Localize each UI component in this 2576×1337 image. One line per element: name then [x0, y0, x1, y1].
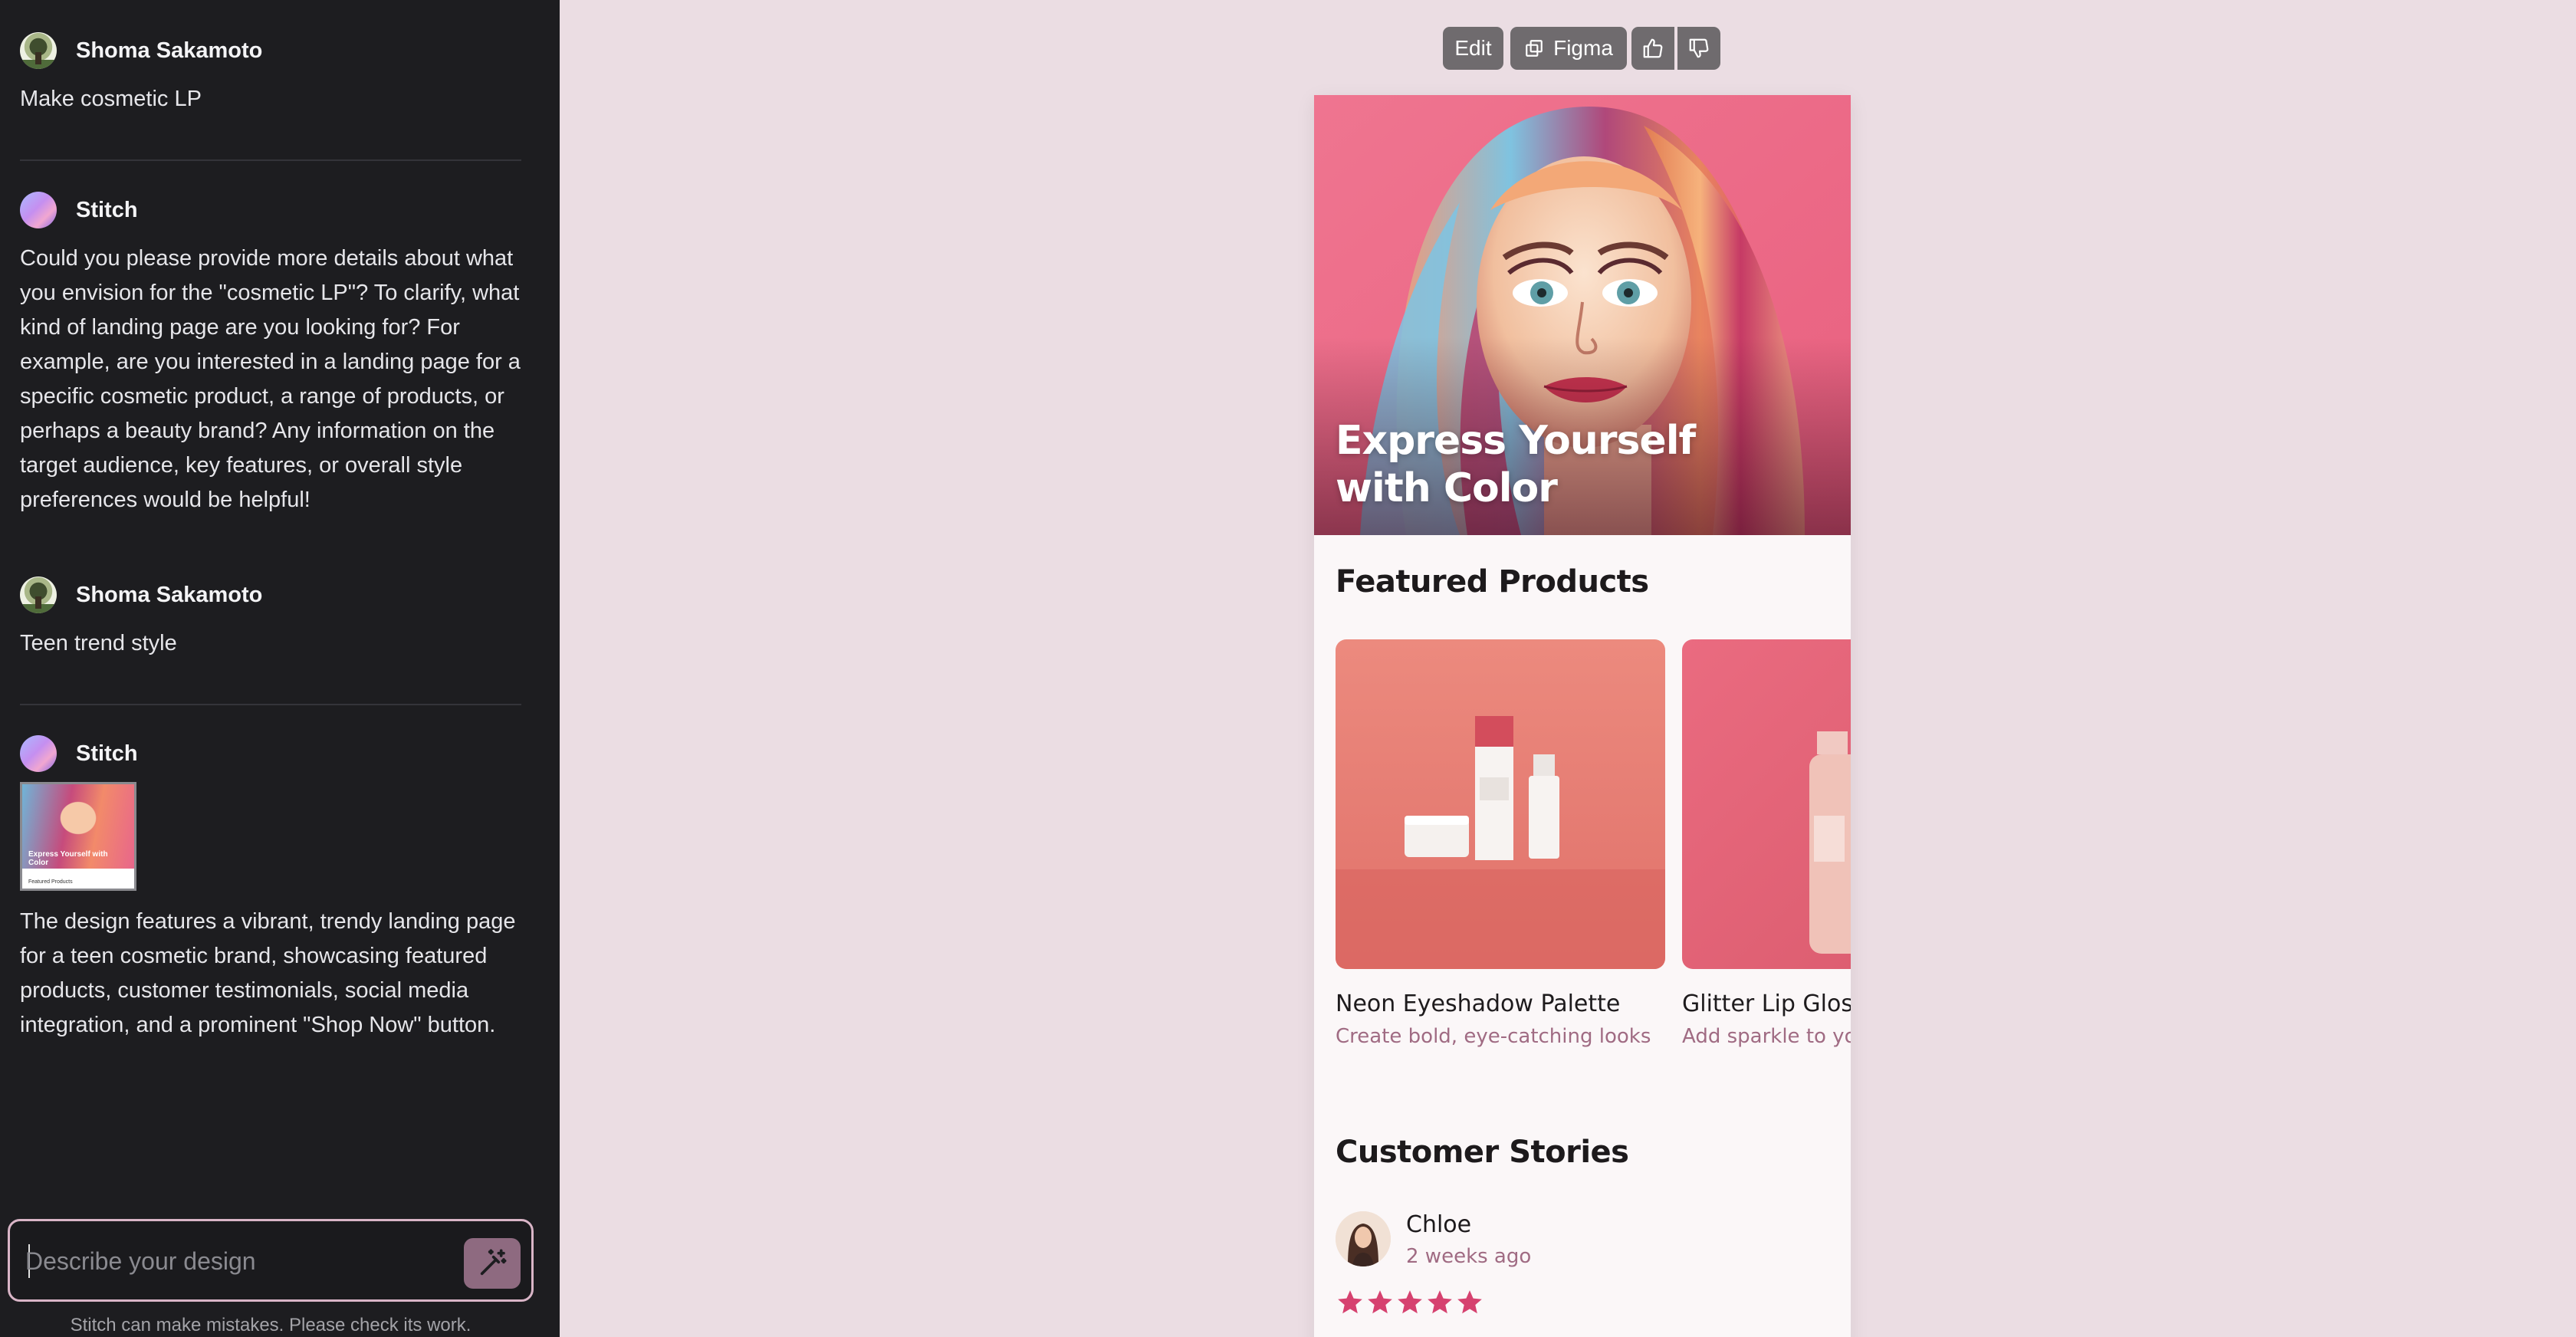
product-card[interactable]: Glitter Lip Gloss Add sparkle to your sm…	[1682, 639, 1851, 1048]
chat-message: Stitch Express Yourself with Color Featu…	[20, 734, 526, 1043]
stitch-avatar	[20, 192, 57, 228]
thumbnail-title: Express Yourself with Color	[28, 850, 108, 867]
magic-wand-icon	[480, 1249, 507, 1276]
star-icon	[1368, 1290, 1392, 1314]
message-text: The design features a vibrant, trendy la…	[20, 909, 516, 1037]
message-text: Could you please provide more details ab…	[20, 246, 521, 512]
product-description: Add sparkle to your smile	[1682, 1025, 1851, 1048]
product-description: Create bold, eye-catching looks	[1336, 1025, 1651, 1048]
message-text: Teen trend style	[20, 631, 177, 655]
product-name: Glitter Lip Gloss	[1682, 990, 1851, 1017]
message-author: Stitch	[76, 197, 138, 222]
chat-message: Shoma Sakamoto Make cosmetic LP	[20, 31, 526, 117]
thumbs-up-button[interactable]	[1631, 27, 1674, 70]
message-divider	[20, 159, 521, 161]
generate-button[interactable]	[464, 1238, 521, 1289]
prompt-input[interactable]	[25, 1243, 455, 1280]
star-icon	[1398, 1290, 1422, 1314]
user-avatar	[20, 32, 57, 69]
prompt-box	[8, 1219, 534, 1302]
product-image	[1682, 639, 1851, 969]
user-avatar	[20, 577, 57, 613]
message-author: Shoma Sakamoto	[76, 582, 263, 607]
message-author: Stitch	[76, 741, 138, 766]
copy-icon	[1526, 40, 1543, 57]
star-rating	[1336, 1288, 1485, 1317]
thumbs-up-icon	[1643, 38, 1663, 58]
thumbs-down-icon	[1689, 38, 1709, 58]
review-time: 2 weeks ago	[1406, 1245, 1532, 1268]
customer-stories-title: Customer Stories	[1336, 1135, 1629, 1170]
figma-button[interactable]: Figma	[1510, 27, 1627, 70]
design-preview: Express Yourself with Color Featured Pro…	[1314, 95, 1851, 1337]
thumbs-down-button[interactable]	[1677, 27, 1720, 70]
message-text: Make cosmetic LP	[20, 87, 202, 111]
chat-message: Shoma Sakamoto Teen trend style	[20, 576, 526, 661]
star-icon	[1428, 1290, 1452, 1314]
product-image	[1336, 639, 1665, 969]
chat-message: Stitch Could you please provide more det…	[20, 191, 526, 517]
star-icon	[1338, 1290, 1362, 1314]
figma-button-label: Figma	[1553, 36, 1613, 60]
product-name: Neon Eyeshadow Palette	[1336, 990, 1621, 1017]
product-card[interactable]: Neon Eyeshadow Palette Create bold, eye-…	[1336, 639, 1665, 1048]
hero-section: Express Yourself with Color	[1314, 95, 1851, 535]
star-icon	[1457, 1290, 1482, 1314]
featured-products-title: Featured Products	[1336, 564, 1649, 600]
chat-panel: Shoma Sakamoto Make cosmetic LP Stitch C…	[0, 0, 560, 1337]
message-divider	[20, 704, 521, 705]
stitch-avatar	[20, 735, 57, 772]
design-thumbnail[interactable]: Express Yourself with Color Featured Pro…	[20, 782, 136, 891]
hero-title: Express Yourself with Color	[1336, 418, 1696, 511]
thumbnail-subtitle: Featured Products	[28, 879, 73, 885]
reviewer-avatar	[1336, 1211, 1391, 1266]
disclaimer-text: Stitch can make mistakes. Please check i…	[70, 1315, 472, 1335]
edit-button[interactable]: Edit	[1443, 27, 1503, 70]
reviewer-name: Chloe	[1406, 1211, 1472, 1238]
message-author: Shoma Sakamoto	[76, 38, 263, 63]
